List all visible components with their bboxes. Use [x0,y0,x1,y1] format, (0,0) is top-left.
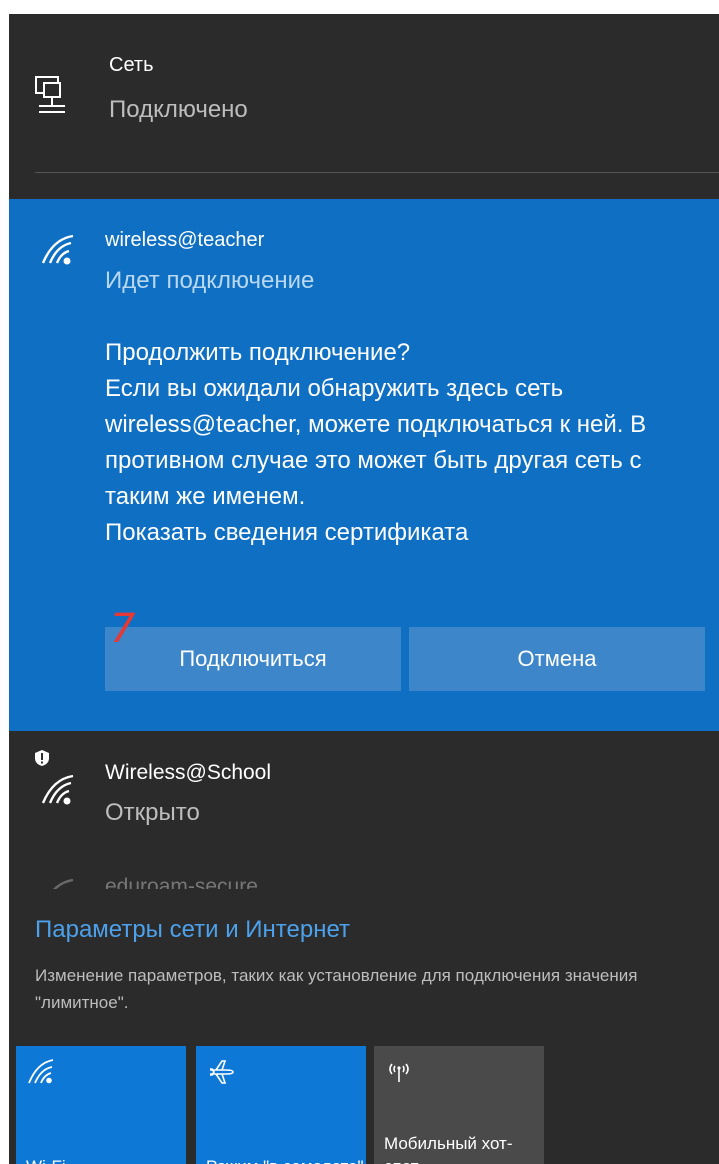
hotspot-tile-label: Мобильный хот-спот [384,1134,513,1164]
partial-network-name: eduroam-secure [105,875,258,889]
selected-network-name: wireless@teacher [105,229,265,251]
ethernet-monitor-icon [35,76,65,113]
hotspot-icon [389,1063,409,1082]
selected-network-status: Идет подключение [105,267,315,294]
wired-network-item[interactable]: Сеть Подключено [9,14,719,196]
airplane-icon [210,1060,234,1084]
divider [35,172,719,173]
wifi-network-status: Открыто [105,799,200,826]
partial-network-item[interactable]: eduroam-secure [9,869,719,889]
network-settings-link[interactable]: Параметры сети и Интернет [35,916,350,944]
prompt-body: Если вы ожидали обнаружить здесь сеть wi… [105,375,647,510]
show-certificate-link[interactable]: Показать сведения сертификата [105,515,705,551]
network-settings-description: Изменение параметров, таких как установл… [35,966,638,1012]
wifi-network-name: Wireless@School [105,761,272,784]
cancel-button[interactable]: Отмена [409,627,705,691]
wifi-icon [41,774,74,805]
selected-wifi-item[interactable]: wireless@teacher Идет подключение Продол… [9,199,719,731]
wifi-network-item[interactable]: Wireless@School Открыто [9,731,719,841]
connect-prompt: Продолжить подключение? Если вы ожидали … [105,335,705,551]
wifi-tile-label: Wi-Fi [26,1155,186,1164]
wifi-icon [41,234,74,265]
wired-network-name: Сеть [109,54,154,76]
step-annotation: 7 [110,606,136,652]
airplane-tile-label: Режим "в самолете" [206,1155,366,1164]
airplane-mode-tile[interactable]: Режим "в самолете" [196,1046,366,1164]
wifi-toggle-tile[interactable]: Wi-Fi [16,1046,186,1164]
shield-icon [35,750,49,766]
wifi-icon [28,1059,54,1084]
network-flyout: Сеть Подключено wireless@teacher Идет по… [9,14,719,1164]
wifi-icon [53,878,74,889]
wired-network-status: Подключено [109,96,248,123]
prompt-title: Продолжить подключение? [105,339,411,366]
connect-button[interactable]: Подключиться [105,627,401,691]
mobile-hotspot-tile[interactable]: Мобильный хот-спот [374,1046,544,1164]
